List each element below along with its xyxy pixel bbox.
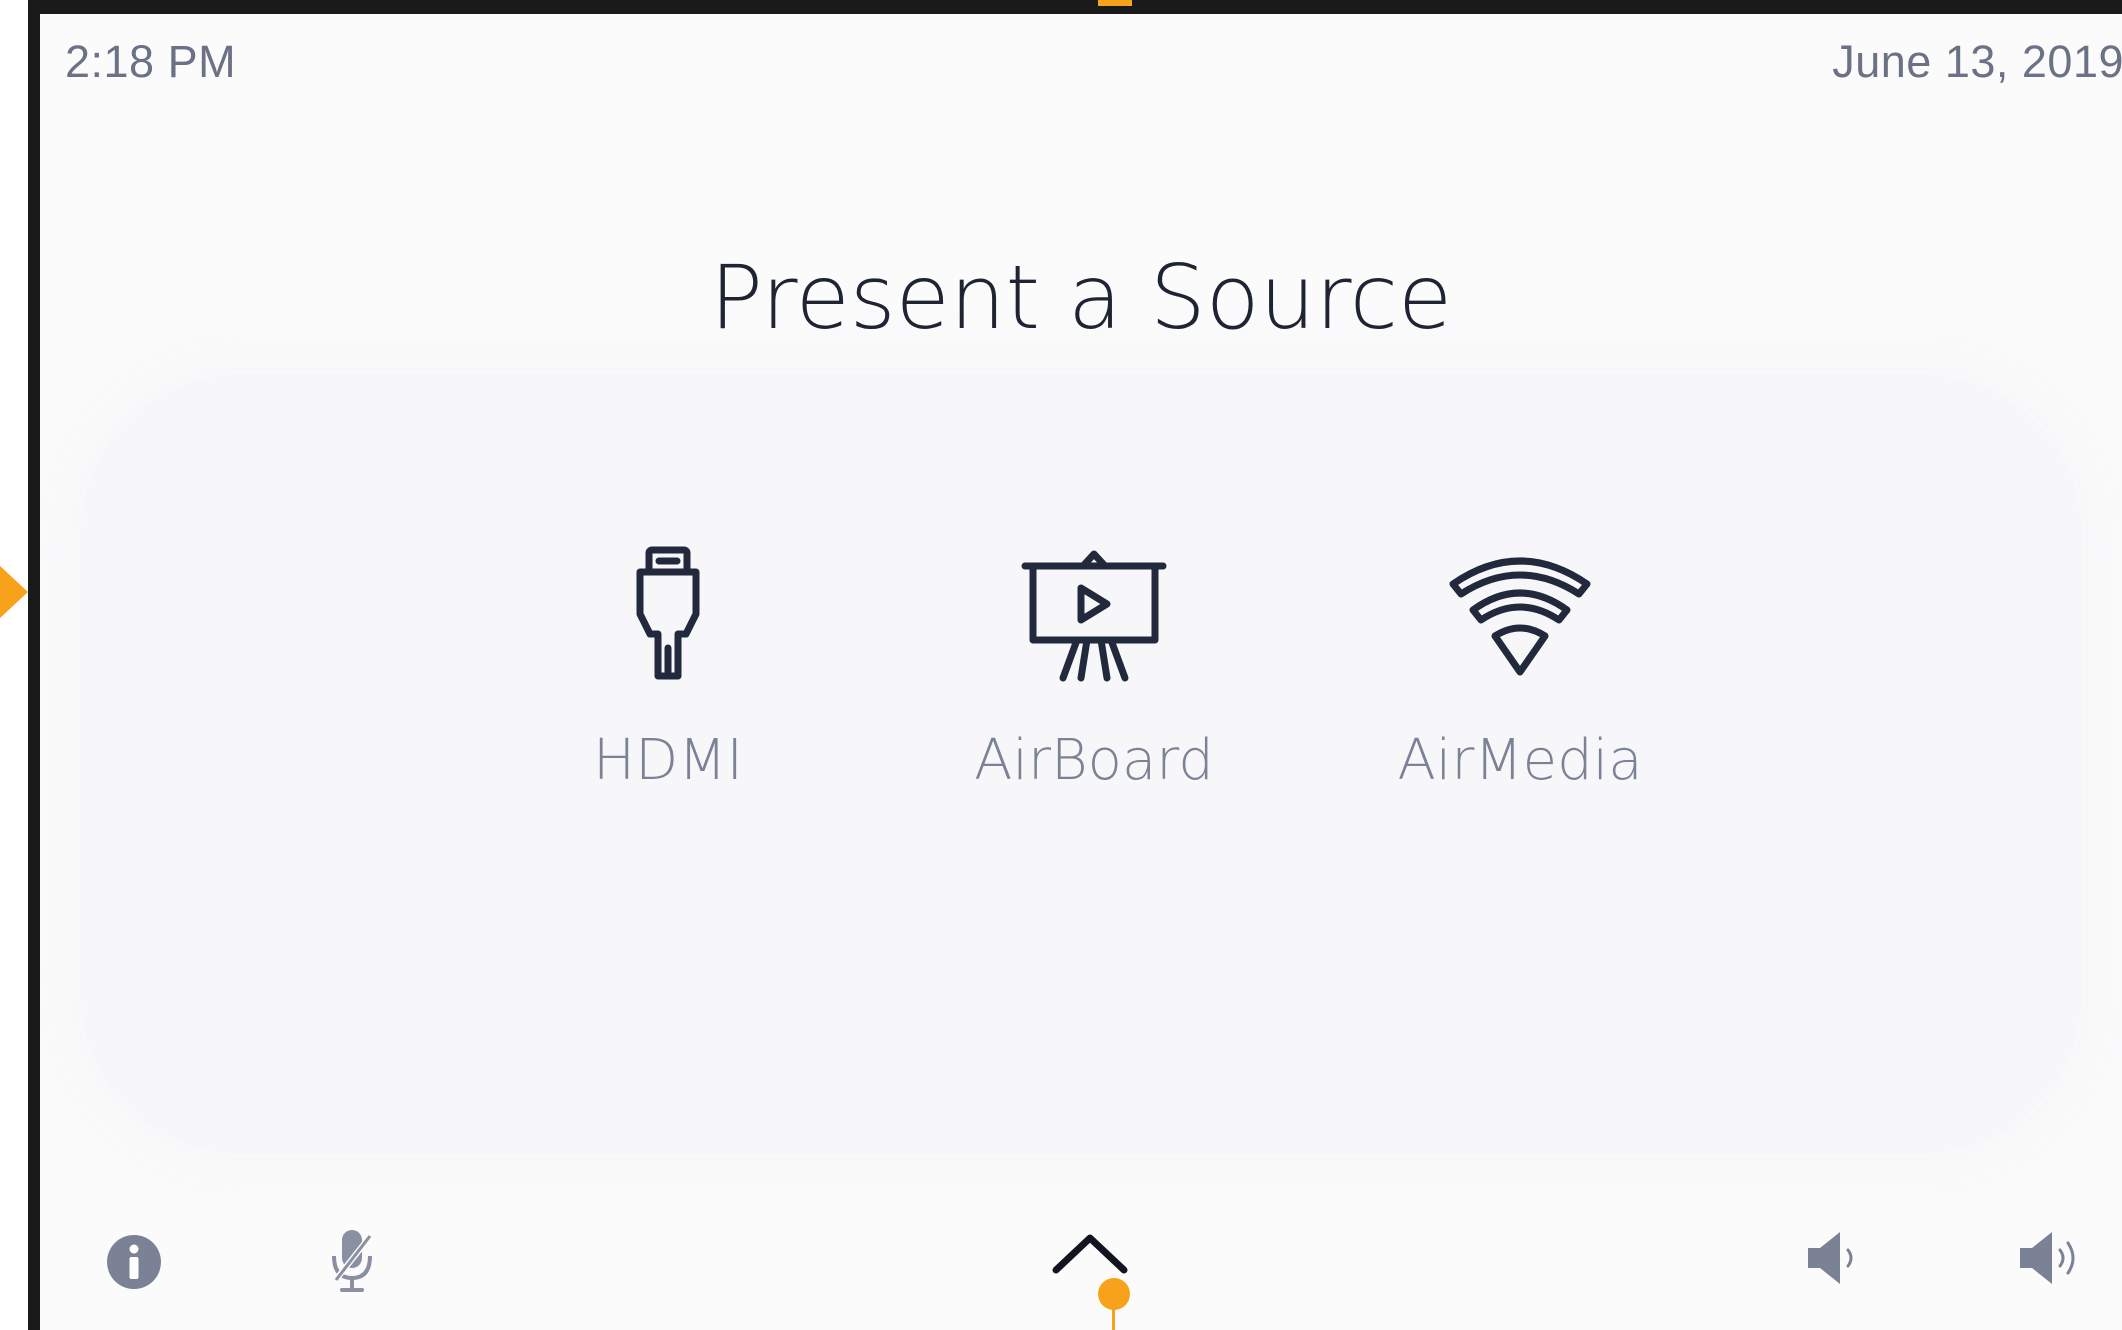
chevron-up-icon	[1052, 1234, 1128, 1274]
microphone-mute-button[interactable]	[328, 1226, 376, 1301]
source-button-airmedia[interactable]: AirMedia	[1340, 544, 1700, 793]
source-label-airboard: AirBoard	[974, 728, 1214, 793]
annotation-marker-line	[1112, 1306, 1115, 1330]
presentation-easel-icon	[1021, 550, 1167, 682]
source-button-airboard[interactable]: AirBoard	[914, 544, 1274, 793]
source-label-hdmi: HDMI	[592, 728, 744, 793]
status-date: June 13, 2019	[1832, 36, 2122, 87]
volume-down-button[interactable]	[1804, 1228, 1864, 1293]
volume-down-icon	[1808, 1232, 1853, 1284]
touch-screen: 2:18 PM June 13, 2019 Present a Source H…	[40, 14, 2122, 1330]
info-icon	[107, 1235, 161, 1289]
source-label-airmedia: AirMedia	[1397, 728, 1643, 793]
touch-panel-stage: 2:18 PM June 13, 2019 Present a Source H…	[0, 0, 2122, 1330]
wifi-icon	[1449, 557, 1591, 676]
annotation-marker-left	[0, 566, 28, 618]
volume-up-button[interactable]	[2016, 1228, 2084, 1293]
annotation-marker-top	[1098, 0, 1132, 6]
info-button[interactable]	[106, 1234, 162, 1295]
source-button-hdmi[interactable]: HDMI	[488, 544, 848, 793]
device-bezel-top	[28, 0, 2122, 14]
status-time: 2:18 PM	[65, 36, 237, 87]
expand-menu-button[interactable]	[1050, 1228, 1130, 1283]
hdmi-plug-icon	[636, 546, 700, 680]
microphone-muted-icon	[331, 1230, 375, 1292]
device-bezel-left	[28, 0, 40, 1330]
page-title: Present a Source	[709, 246, 1453, 349]
volume-up-icon	[2020, 1232, 2075, 1284]
